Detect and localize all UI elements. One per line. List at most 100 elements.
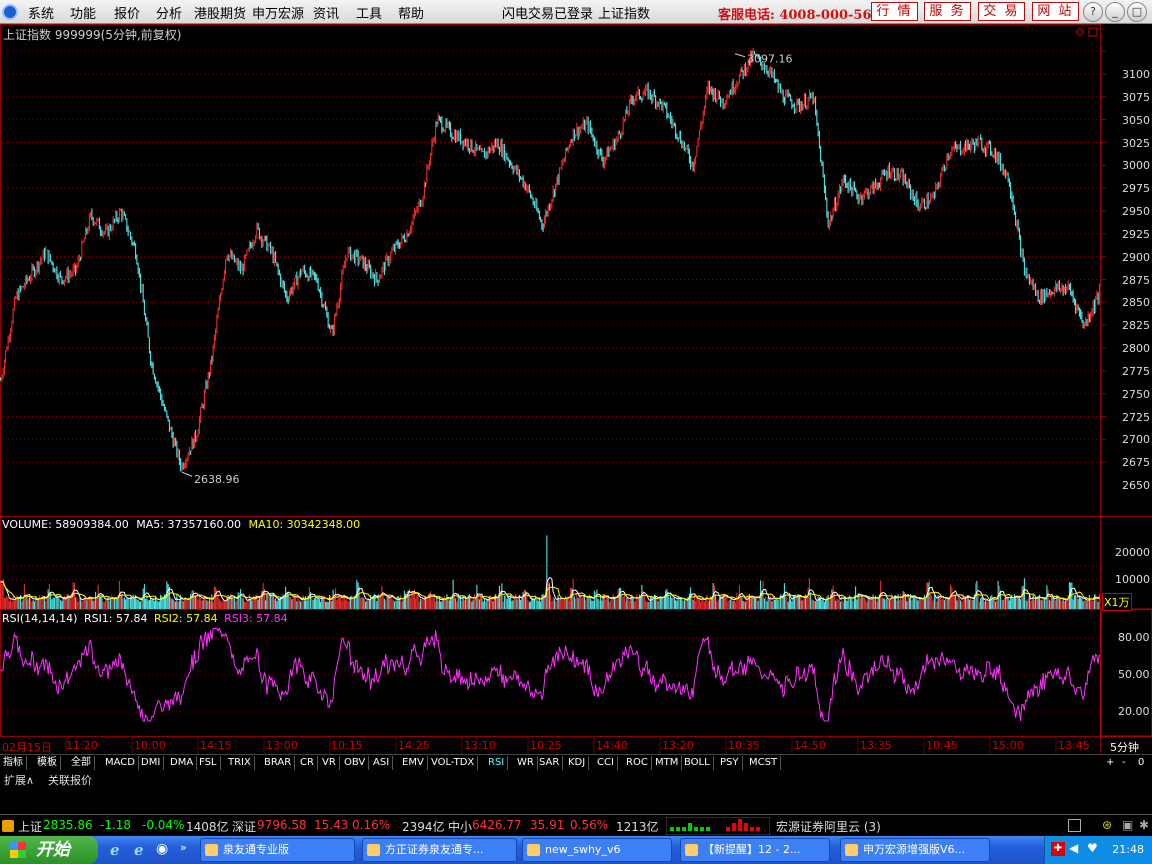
time-axis-label: 02月15日	[2, 741, 52, 754]
task-icon	[527, 844, 540, 856]
market-icon	[2, 820, 14, 832]
menu-item-8[interactable]: 帮助	[398, 3, 424, 22]
time-axis-label: 13:35	[860, 739, 892, 752]
indicator-tabs: 指标 模板 全部 MACD DMI DMA FSL TRIX BRAR CR VR OBV ASI EMV…	[0, 754, 1152, 770]
sz-pct: 0.16%	[352, 818, 391, 832]
indicator-tab-wr[interactable]: WR	[514, 756, 538, 770]
rsi-line	[0, 627, 1100, 722]
indicator-tab-fsl[interactable]: FSL	[196, 756, 221, 770]
taskbar-item-4[interactable]: 申万宏源增强版V6...	[840, 838, 990, 862]
sz-value[interactable]: 9796.58	[257, 818, 307, 832]
time-axis-label: 10:45	[926, 739, 958, 752]
low-annotation: 2638.96	[194, 473, 240, 486]
chart-pane[interactable]: 3097.16 2638.96	[0, 24, 1152, 754]
ma5-value: MA5: 37357160.00	[136, 518, 241, 531]
top-button-3[interactable]: 网 站	[1032, 2, 1079, 21]
signal-icon: ⊛	[1102, 818, 1113, 832]
indicator-tab-asi[interactable]: ASI	[370, 756, 394, 770]
chart-frame	[0, 24, 1101, 737]
taskbar-item-3[interactable]: 【新提醒】12 - 2...	[680, 838, 830, 862]
price-axis-label: 2850	[1122, 296, 1150, 310]
time-axis-label: 14:15	[200, 739, 232, 752]
rsi-axis-label: 80.00	[1118, 631, 1150, 644]
top-button-0[interactable]: 行 情	[871, 2, 918, 21]
start-button[interactable]: 开始	[0, 836, 98, 864]
menu-item-3[interactable]: 分析	[156, 3, 182, 22]
indicator-tab-brar[interactable]: BRAR	[261, 756, 296, 770]
clock[interactable]: 21:48	[1112, 843, 1144, 856]
menu-item-0[interactable]: 系统	[28, 3, 54, 22]
lock-icon: ▣	[1122, 818, 1134, 832]
menu-item-2[interactable]: 报价	[114, 3, 140, 22]
window-icon[interactable]	[1068, 819, 1081, 832]
indicator-tab-boll[interactable]: BOLL	[681, 756, 714, 770]
media-icon[interactable]: ◉	[156, 841, 168, 857]
restore-icon[interactable]: □	[1127, 2, 1147, 22]
rsi2-value: RSI2: 57.84	[154, 612, 218, 625]
indicator-tab-rsi[interactable]: RSI	[485, 756, 509, 770]
indicator-tab-模板[interactable]: 模板	[34, 756, 61, 770]
menu-item-7[interactable]: 工具	[356, 3, 382, 22]
indicator-tab-obv[interactable]: OBV	[341, 756, 370, 770]
indicator-tab-dma[interactable]: DMA	[167, 756, 198, 770]
menu-item-1[interactable]: 功能	[70, 3, 96, 22]
indicator-tab-kdj[interactable]: KDJ	[565, 756, 590, 770]
sh-value[interactable]: 2835.86	[43, 818, 93, 832]
tray-shield-icon[interactable]: ♥	[1087, 841, 1098, 855]
indicator-tab-roc[interactable]: ROC	[623, 756, 652, 770]
tab-control-1[interactable]: -	[1119, 756, 1129, 770]
quicklaunch-arrow-icon[interactable]: »	[180, 841, 187, 854]
zx-change: 35.91	[530, 818, 565, 832]
indicator-tab-psy[interactable]: PSY	[717, 756, 743, 770]
menu-item-6[interactable]: 资讯	[313, 3, 339, 22]
task-label: new_swhy_v6	[545, 843, 621, 856]
top-button-1[interactable]: 服 务	[924, 2, 971, 21]
time-axis-label: 13:45	[1058, 739, 1090, 752]
indicator-tab-vol-tdx[interactable]: VOL-TDX	[428, 756, 479, 770]
sub-tab-1[interactable]: 关联报价	[48, 772, 92, 788]
ie-icon[interactable]: ℯ	[110, 841, 120, 859]
time-axis-label: 13:20	[662, 739, 694, 752]
menu-bar: 系统 功能 报价 分析 港股期货 申万宏源 资讯 工具 帮助 闪电交易已登录 上证指数 客服电话…	[0, 0, 1152, 24]
task-label: 方正证券泉友通专...	[385, 843, 484, 856]
period-label[interactable]: 5分钟	[1110, 739, 1139, 755]
top-button-2[interactable]: 交 易	[978, 2, 1025, 21]
ie2-icon[interactable]: ℯ	[134, 841, 144, 859]
tab-control-2[interactable]: 0	[1135, 756, 1147, 770]
zx-label: 中小	[448, 820, 473, 834]
price-axis-label: 3100	[1122, 68, 1150, 82]
tab-control-0[interactable]: +	[1103, 756, 1117, 770]
tray-app-icon[interactable]: ✚	[1051, 842, 1065, 856]
taskbar-item-1[interactable]: 方正证券泉友通专...	[362, 838, 517, 862]
settings-icon[interactable]: ✱	[1139, 818, 1149, 832]
indicator-tab-指标[interactable]: 指标	[0, 756, 27, 770]
taskbar-item-2[interactable]: new_swhy_v6	[522, 838, 672, 862]
indicator-tab-trix[interactable]: TRIX	[225, 756, 255, 770]
sub-tab-0[interactable]: 扩展∧	[4, 772, 34, 788]
indicator-tab-emv[interactable]: EMV	[399, 756, 428, 770]
indicator-tab-macd[interactable]: MACD	[102, 756, 139, 770]
indicator-tab-sar[interactable]: SAR	[536, 756, 564, 770]
indicator-tab-mcst[interactable]: MCST	[746, 756, 782, 770]
help-icon[interactable]: ?	[1083, 2, 1103, 22]
indicator-tab-全部[interactable]: 全部	[68, 756, 95, 770]
minimize-icon[interactable]: _	[1105, 2, 1125, 22]
indicator-tab-cci[interactable]: CCI	[594, 756, 618, 770]
menu-item-5[interactable]: 申万宏源	[252, 3, 304, 22]
menu-item-4[interactable]: 港股期货	[194, 3, 246, 22]
sh-amount: 1408亿	[186, 820, 229, 834]
tray-speaker-icon[interactable]: ◀	[1069, 841, 1078, 855]
indicator-tab-dmi[interactable]: DMI	[138, 756, 165, 770]
taskbar-item-0[interactable]: 泉友通专业版	[200, 838, 355, 862]
price-chart[interactable]: 3097.16 2638.96	[0, 24, 1152, 754]
price-axis-label: 2900	[1122, 250, 1150, 264]
index-title: 上证指数	[598, 7, 651, 22]
price-axis-label: 2825	[1122, 319, 1150, 333]
indicator-tab-vr[interactable]: VR	[319, 756, 340, 770]
login-status: 闪电交易已登录	[502, 7, 594, 22]
zx-value[interactable]: 6426.77	[472, 818, 522, 832]
server-name[interactable]: 宏源证券阿里云 (3)	[776, 818, 881, 835]
time-axis-label: 10:25	[530, 739, 562, 752]
indicator-tab-mtm[interactable]: MTM	[652, 756, 683, 770]
indicator-tab-cr[interactable]: CR	[297, 756, 318, 770]
